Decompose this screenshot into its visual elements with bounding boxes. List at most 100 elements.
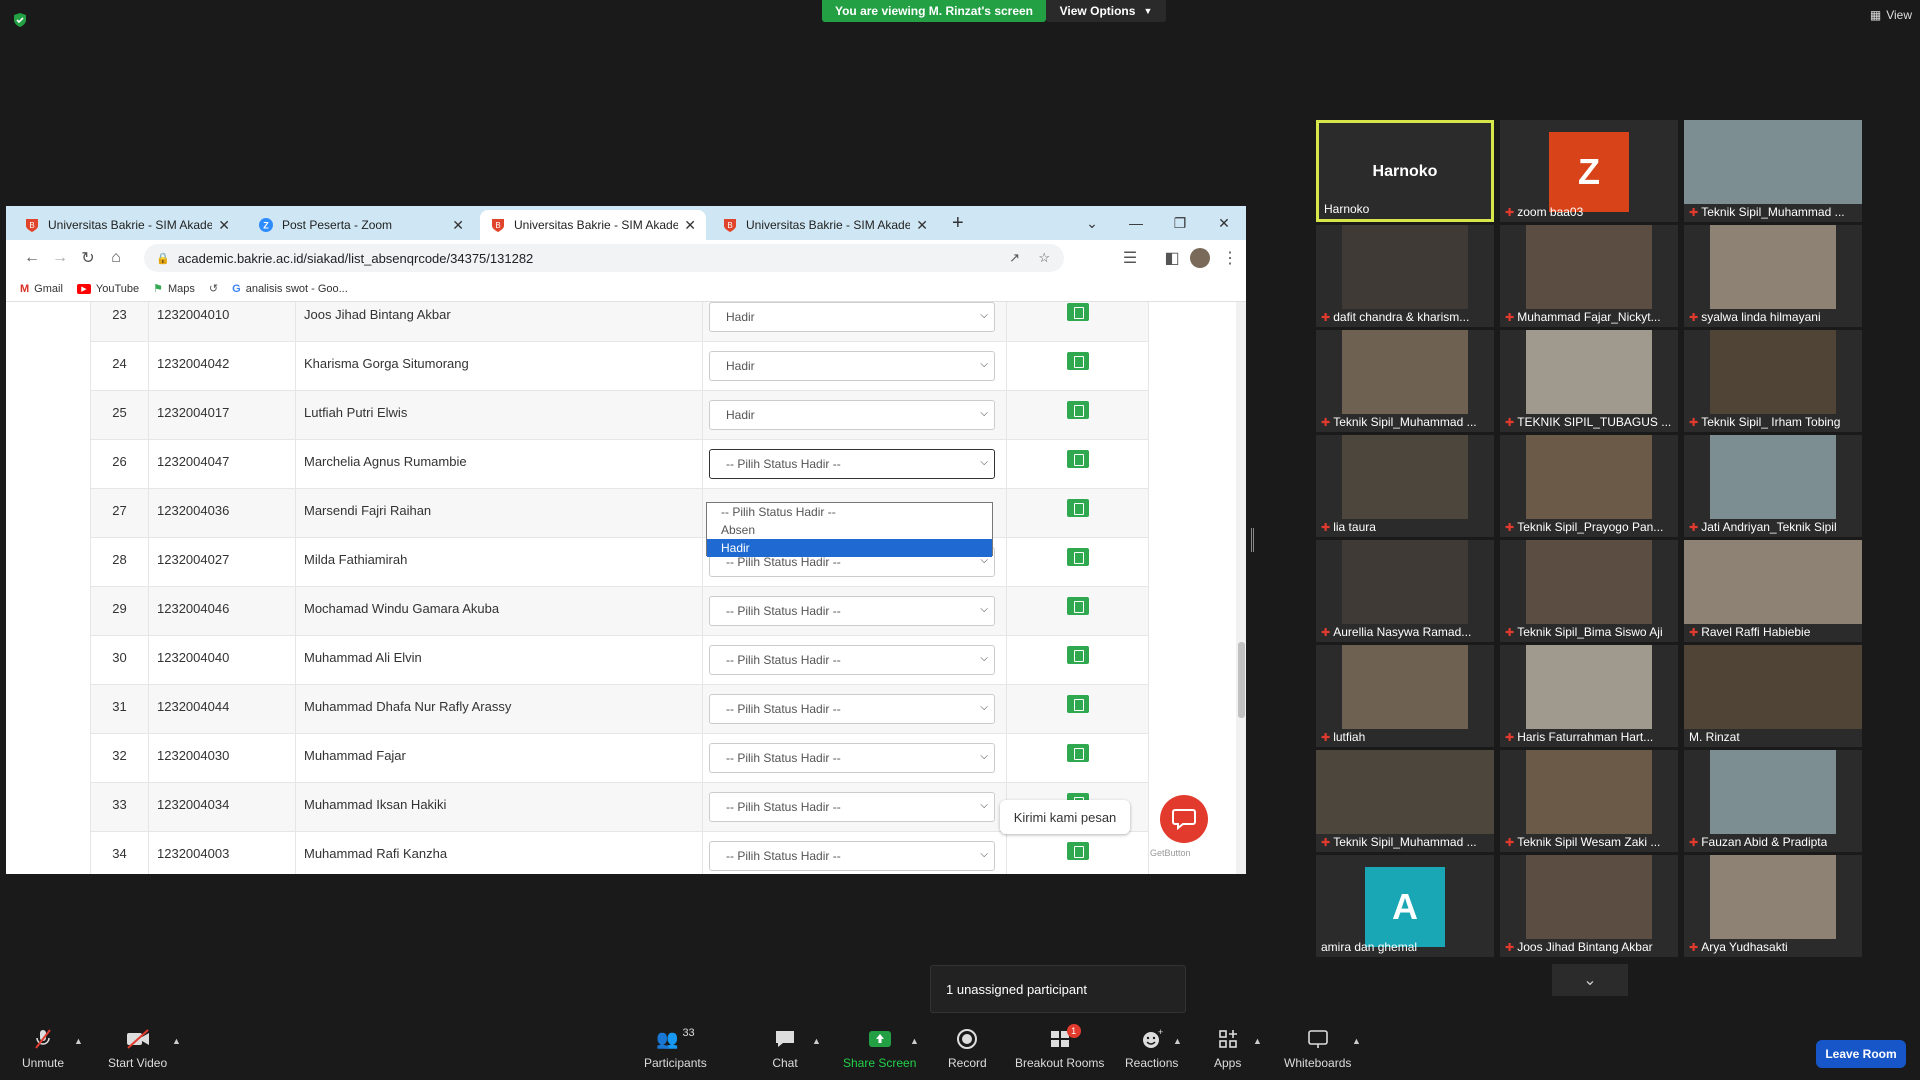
save-icon[interactable] (1066, 597, 1089, 615)
tab-search-chevron-icon[interactable]: ⌄ (1070, 206, 1114, 240)
tab-sim-akademik-1[interactable]: B Universitas Bakrie - SIM Akadem ✕ (14, 210, 240, 240)
save-icon[interactable] (1066, 303, 1089, 321)
view-options-button[interactable]: View Options ▼ (1046, 0, 1166, 22)
participant-tile[interactable]: ✚ lutfiah (1316, 645, 1494, 747)
new-tab-plus-icon[interactable]: + (952, 212, 964, 235)
side-panel-icon[interactable]: ◧ (1158, 244, 1186, 272)
status-select[interactable]: -- Pilih Status Hadir -- ⌵ (709, 694, 995, 724)
save-icon[interactable] (1066, 352, 1089, 370)
status-select[interactable]: -- Pilih Status Hadir -- ⌵ (709, 645, 995, 675)
profile-avatar[interactable] (1186, 244, 1214, 272)
status-select[interactable]: Hadir ⌵ (709, 351, 995, 381)
status-select[interactable]: -- Pilih Status Hadir -- ⌵ (709, 841, 995, 871)
participant-tile[interactable]: ✚ Haris Faturrahman Hart... (1500, 645, 1678, 747)
participant-tile[interactable]: ✚ Teknik Sipil_Bima Siswo Aji (1500, 540, 1678, 642)
participant-tile[interactable]: Aamira dan ghemal (1316, 855, 1494, 957)
participants-button[interactable]: 👥 33 Participants (644, 1027, 707, 1070)
status-select[interactable]: -- Pilih Status Hadir -- ⌵ (709, 743, 995, 773)
save-icon[interactable] (1066, 646, 1089, 664)
security-shield-icon[interactable] (12, 12, 28, 28)
back-arrow-icon[interactable]: ← (18, 244, 46, 272)
save-icon[interactable] (1066, 499, 1089, 517)
participant-tile[interactable]: ✚ Teknik Sipil_ Irham Tobing (1684, 330, 1862, 432)
page-scrollbar[interactable] (1236, 302, 1246, 874)
save-icon[interactable] (1066, 548, 1089, 566)
breakout-rooms-button[interactable]: 1 Breakout Rooms (1015, 1024, 1104, 1070)
participant-tile[interactable]: M. Rinzat (1684, 645, 1862, 747)
share-screen-button[interactable]: Share Screen (843, 1028, 916, 1070)
participant-tile[interactable]: ✚ Jati Andriyan_Teknik Sipil (1684, 435, 1862, 537)
dropdown-option-placeholder[interactable]: -- Pilih Status Hadir -- (707, 503, 992, 521)
address-bar[interactable]: 🔒 academic.bakrie.ac.id/siakad/list_abse… (144, 244, 1064, 272)
status-select[interactable]: -- Pilih Status Hadir -- ⌵ (709, 792, 995, 822)
caret-up-icon[interactable]: ▲ (910, 1036, 919, 1046)
tab-post-peserta-zoom[interactable]: Z Post Peserta - Zoom ✕ (248, 210, 474, 240)
caret-up-icon[interactable]: ▲ (1173, 1036, 1182, 1046)
bookmark-gmail[interactable]: M Gmail (20, 283, 63, 295)
participant-tile[interactable]: ✚ Fauzan Abid & Pradipta (1684, 750, 1862, 852)
view-button[interactable]: ▦ View (1870, 8, 1912, 22)
forward-arrow-icon[interactable]: → (46, 244, 74, 272)
reload-icon[interactable]: ↻ (74, 244, 102, 272)
share-icon[interactable]: ↗ (1009, 250, 1020, 266)
participant-tile[interactable]: ✚ Arya Yudhasakti (1684, 855, 1862, 957)
gallery-next-page-chevron-icon[interactable]: ⌄ (1552, 964, 1628, 996)
participant-tile[interactable]: Harnoko Harnoko (1316, 120, 1494, 222)
tab-sim-akademik-4[interactable]: B Universitas Bakrie - SIM Akadem ✕ (712, 210, 938, 240)
status-select[interactable]: Hadir ⌵ (709, 400, 995, 430)
save-icon[interactable] (1066, 842, 1089, 860)
dropdown-option-absen[interactable]: Absen (707, 521, 992, 539)
close-icon[interactable]: ✕ (452, 217, 464, 234)
home-icon[interactable]: ⌂ (102, 244, 130, 272)
reactions-button[interactable]: + Reactions (1125, 1028, 1178, 1070)
media-playlist-icon[interactable]: ☰ (1116, 244, 1144, 272)
chat-widget-button[interactable] (1160, 795, 1208, 843)
start-video-button[interactable]: Start Video (108, 1028, 167, 1070)
participant-tile[interactable]: ✚ syalwa linda hilmayani (1684, 225, 1862, 327)
bookmark-analisis-swot[interactable]: Ganalisis swot - Goo... (232, 283, 348, 295)
leave-room-button[interactable]: Leave Room (1816, 1040, 1906, 1068)
caret-up-icon[interactable]: ▲ (172, 1036, 181, 1046)
close-icon[interactable]: ✕ (218, 217, 230, 234)
save-icon[interactable] (1066, 401, 1089, 419)
status-select[interactable]: Hadir ⌵ (709, 302, 995, 332)
participant-tile[interactable]: ✚ Muhammad Fajar_Nickyt... (1500, 225, 1678, 327)
restore-icon[interactable]: ❐ (1158, 206, 1202, 240)
participant-tile[interactable]: ✚ Ravel Raffi Habiebie (1684, 540, 1862, 642)
split-view-handle[interactable] (1251, 528, 1254, 552)
scrollbar-thumb[interactable] (1238, 642, 1245, 718)
whiteboards-button[interactable]: Whiteboards (1284, 1028, 1351, 1070)
history-icon[interactable]: ↺ (209, 282, 218, 295)
caret-up-icon[interactable]: ▲ (1253, 1036, 1262, 1046)
participant-tile[interactable]: ✚ Teknik Sipil_Muhammad ... (1316, 330, 1494, 432)
caret-up-icon[interactable]: ▲ (812, 1036, 821, 1046)
more-menu-icon[interactable]: ⋮ (1216, 244, 1244, 272)
apps-button[interactable]: Apps (1214, 1028, 1241, 1070)
participant-tile[interactable]: Z ✚ zoom baa03 (1500, 120, 1678, 222)
status-select[interactable]: -- Pilih Status Hadir -- ⌵ (709, 596, 995, 626)
bookmark-maps[interactable]: ⚑ Maps (153, 282, 195, 296)
save-icon[interactable] (1066, 744, 1089, 762)
close-window-icon[interactable]: ✕ (1202, 206, 1246, 240)
participant-tile[interactable]: ✚ dafit chandra & kharism... (1316, 225, 1494, 327)
status-dropdown-list[interactable]: -- Pilih Status Hadir -- Absen Hadir (706, 502, 993, 557)
record-button[interactable]: Record (948, 1028, 987, 1070)
status-select[interactable]: -- Pilih Status Hadir -- ⌵ (709, 449, 995, 479)
close-icon[interactable]: ✕ (684, 217, 696, 234)
caret-up-icon[interactable]: ▲ (1352, 1036, 1361, 1046)
minimize-icon[interactable]: — (1114, 206, 1158, 240)
participant-tile[interactable]: ✚ TEKNIK SIPIL_TUBAGUS ... (1500, 330, 1678, 432)
participant-tile[interactable]: ✚ lia taura (1316, 435, 1494, 537)
caret-up-icon[interactable]: ▲ (74, 1036, 83, 1046)
unmute-button[interactable]: Unmute (22, 1028, 64, 1070)
chat-button[interactable]: Chat (772, 1028, 798, 1070)
participant-tile[interactable]: ✚ Teknik Sipil_Prayogo Pan... (1500, 435, 1678, 537)
close-icon[interactable]: ✕ (916, 217, 928, 234)
save-icon[interactable] (1066, 450, 1089, 468)
tab-sim-akademik-active[interactable]: B Universitas Bakrie - SIM Akadem ✕ (480, 210, 706, 240)
participant-tile[interactable]: ✚ Teknik Sipil_Muhammad ... (1684, 120, 1862, 222)
bookmark-youtube[interactable]: ▶ YouTube (76, 283, 139, 295)
save-icon[interactable] (1066, 695, 1089, 713)
participant-tile[interactable]: ✚ Teknik Sipil_Muhammad ... (1316, 750, 1494, 852)
bookmark-star-icon[interactable]: ☆ (1038, 250, 1050, 266)
